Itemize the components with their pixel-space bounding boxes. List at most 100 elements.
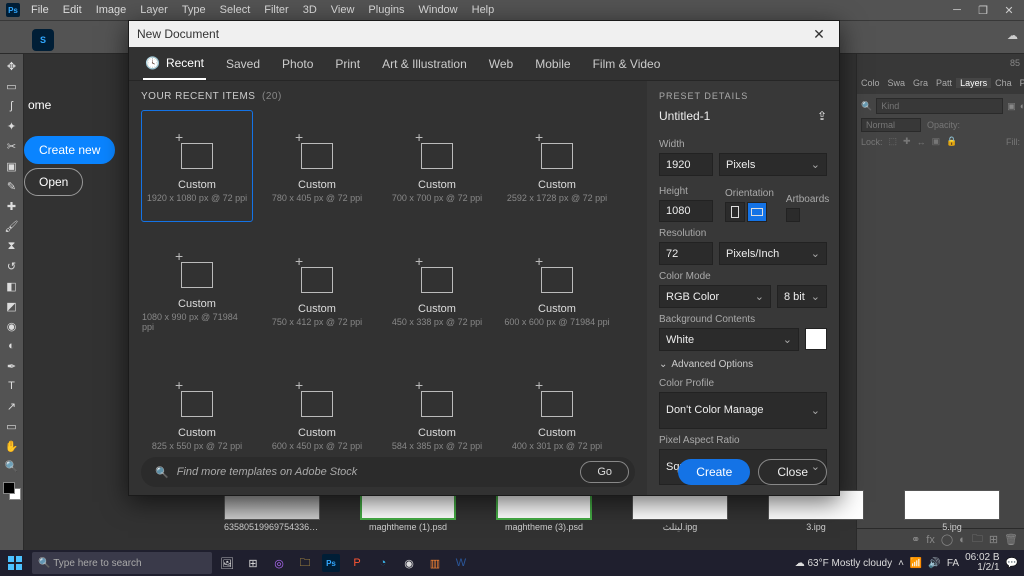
lock-all-icon[interactable]: ⬚ bbox=[889, 136, 898, 147]
height-input[interactable] bbox=[659, 200, 713, 222]
recent-file[interactable]: maghtheme (1).psd bbox=[360, 490, 456, 540]
start-button-icon[interactable] bbox=[0, 556, 30, 570]
history-tab-icon[interactable]: 85 bbox=[1010, 58, 1020, 68]
close-button[interactable]: Close bbox=[758, 459, 827, 485]
taskbar-app-icon[interactable]: P bbox=[344, 550, 370, 576]
dialog-close-icon[interactable]: ✕ bbox=[807, 26, 831, 43]
taskbar-app-icon[interactable]: ▥ bbox=[422, 550, 448, 576]
panel-tab-paths[interactable]: Path bbox=[1016, 78, 1024, 88]
panel-tab-gradients[interactable]: Gra bbox=[909, 78, 932, 88]
panel-tab-layers[interactable]: Layers bbox=[956, 78, 991, 88]
width-input[interactable] bbox=[659, 153, 713, 176]
menu-plugins[interactable]: Plugins bbox=[361, 4, 411, 16]
panel-tab-color[interactable]: Colo bbox=[857, 78, 884, 88]
tab-art[interactable]: Art & Illustration bbox=[380, 49, 469, 79]
lock-pixels-icon[interactable]: ↔ bbox=[917, 137, 926, 147]
lock-artboard-icon[interactable]: ▣ bbox=[932, 136, 941, 147]
advanced-options-toggle[interactable]: ⌄Advanced Options bbox=[659, 359, 827, 370]
menu-window[interactable]: Window bbox=[412, 4, 465, 16]
preset-tile[interactable]: + Custom 584 x 385 px @ 72 ppi bbox=[381, 358, 493, 470]
tab-recent[interactable]: 🕓 Recent bbox=[143, 48, 206, 80]
tab-web[interactable]: Web bbox=[487, 49, 515, 79]
menu-help[interactable]: Help bbox=[465, 4, 502, 16]
path-tool-icon[interactable]: ↗ bbox=[1, 396, 23, 416]
menu-select[interactable]: Select bbox=[213, 4, 258, 16]
preset-tile[interactable]: + Custom 1080 x 990 px @ 71984 ppi bbox=[141, 234, 253, 346]
recent-file[interactable]: maghtheme (3).psd bbox=[496, 490, 592, 540]
tab-saved[interactable]: Saved bbox=[224, 49, 262, 79]
blend-mode-select[interactable]: Normal bbox=[861, 118, 921, 132]
menu-view[interactable]: View bbox=[324, 4, 362, 16]
network-icon[interactable]: 📶 bbox=[910, 558, 922, 569]
window-close-icon[interactable]: ✕ bbox=[996, 0, 1022, 20]
crop-tool-icon[interactable]: ✂ bbox=[1, 136, 23, 156]
artboards-checkbox[interactable] bbox=[786, 208, 800, 222]
color-profile-select[interactable]: Don't Color Manage⌄ bbox=[659, 392, 827, 429]
zoom-tool-icon[interactable]: 🔍 bbox=[1, 456, 23, 476]
marquee-tool-icon[interactable]: ▭ bbox=[1, 76, 23, 96]
save-preset-icon[interactable]: ⇪ bbox=[817, 109, 827, 123]
stock-search-placeholder[interactable]: Find more templates on Adobe Stock bbox=[177, 466, 573, 478]
preset-tile[interactable]: + Custom 700 x 700 px @ 72 ppi bbox=[381, 110, 493, 222]
share-doc-icon[interactable]: ☁ bbox=[1007, 29, 1018, 42]
file-explorer-icon[interactable]: 🗀 bbox=[292, 550, 318, 576]
resolution-input[interactable] bbox=[659, 242, 713, 265]
preset-tile[interactable]: + Custom 750 x 412 px @ 72 ppi bbox=[261, 234, 373, 346]
recent-file[interactable]: 3.ipg bbox=[768, 490, 864, 540]
home-icon[interactable]: S bbox=[28, 25, 58, 55]
lock-icon[interactable]: 🔒 bbox=[946, 136, 957, 147]
orientation-landscape-button[interactable] bbox=[747, 202, 767, 222]
lock-position-icon[interactable]: ✚ bbox=[903, 136, 911, 147]
preset-tile[interactable]: + Custom 600 x 600 px @ 71984 ppi bbox=[501, 234, 613, 346]
tab-print[interactable]: Print bbox=[333, 49, 362, 79]
resolution-unit-select[interactable]: Pixels/Inch⌄ bbox=[719, 242, 827, 265]
tab-photo[interactable]: Photo bbox=[280, 49, 315, 79]
preset-tile[interactable]: + Custom 2592 x 1728 px @ 72 ppi bbox=[501, 110, 613, 222]
tray-chevron-icon[interactable]: ˄ bbox=[898, 558, 904, 569]
frame-tool-icon[interactable]: ▣ bbox=[1, 156, 23, 176]
menu-image[interactable]: Image bbox=[89, 4, 134, 16]
weather-widget[interactable]: ☁ 63°F Mostly cloudy bbox=[795, 558, 892, 569]
notifications-icon[interactable]: 💬 bbox=[1006, 558, 1018, 569]
width-unit-select[interactable]: Pixels⌄ bbox=[719, 153, 827, 176]
magic-wand-tool-icon[interactable]: ✦ bbox=[1, 116, 23, 136]
volume-icon[interactable]: 🔊 bbox=[928, 558, 940, 569]
background-select[interactable]: White⌄ bbox=[659, 328, 799, 351]
create-new-button[interactable]: Create new bbox=[24, 136, 115, 164]
panel-tab-swatches[interactable]: Swa bbox=[884, 78, 910, 88]
eyedropper-tool-icon[interactable]: ✎ bbox=[1, 176, 23, 196]
background-color-swatch[interactable] bbox=[805, 328, 827, 350]
menu-layer[interactable]: Layer bbox=[133, 4, 175, 16]
menu-type[interactable]: Type bbox=[175, 4, 213, 16]
menu-file[interactable]: File bbox=[24, 4, 56, 16]
preset-tile[interactable]: + Custom 400 x 301 px @ 72 ppi bbox=[501, 358, 613, 470]
blur-tool-icon[interactable]: ◉ bbox=[1, 316, 23, 336]
edge-icon[interactable]: ◔ bbox=[370, 550, 396, 576]
window-restore-icon[interactable]: ❐ bbox=[970, 0, 996, 20]
taskbar-search-input[interactable]: 🔍 Type here to search bbox=[32, 552, 212, 574]
layer-filter-input[interactable] bbox=[876, 98, 1003, 114]
heal-tool-icon[interactable]: ✚ bbox=[1, 196, 23, 216]
lasso-tool-icon[interactable]: ʃ bbox=[1, 96, 23, 116]
type-tool-icon[interactable]: T bbox=[1, 376, 23, 396]
move-tool-icon[interactable]: ✥ bbox=[1, 56, 23, 76]
chrome-icon[interactable]: ◉ bbox=[396, 550, 422, 576]
history-brush-tool-icon[interactable]: ↺ bbox=[1, 256, 23, 276]
dialog-title-bar[interactable]: New Document ✕ bbox=[129, 21, 839, 47]
window-minimize-icon[interactable]: ─ bbox=[944, 0, 970, 20]
word-icon[interactable]: W bbox=[448, 550, 474, 576]
create-button[interactable]: Create bbox=[678, 459, 750, 485]
panel-tab-channels[interactable]: Cha bbox=[991, 78, 1016, 88]
brush-tool-icon[interactable]: 🖌 bbox=[1, 216, 23, 236]
color-bits-select[interactable]: 8 bit⌄ bbox=[777, 285, 827, 308]
preset-tile[interactable]: + Custom 1920 x 1080 px @ 72 ppi bbox=[141, 110, 253, 222]
recent-file[interactable]: 5.ipg bbox=[904, 490, 1000, 540]
preset-tile[interactable]: + Custom 825 x 550 px @ 72 ppi bbox=[141, 358, 253, 470]
preset-tile[interactable]: + Custom 450 x 338 px @ 72 ppi bbox=[381, 234, 493, 346]
task-view-icon[interactable]: ⊞ bbox=[240, 550, 266, 576]
menu-filter[interactable]: Filter bbox=[257, 4, 295, 16]
open-button[interactable]: Open bbox=[24, 168, 83, 196]
preset-tile[interactable]: + Custom 600 x 450 px @ 72 ppi bbox=[261, 358, 373, 470]
tab-film[interactable]: Film & Video bbox=[591, 49, 663, 79]
dodge-tool-icon[interactable]: ◐ bbox=[1, 336, 23, 356]
